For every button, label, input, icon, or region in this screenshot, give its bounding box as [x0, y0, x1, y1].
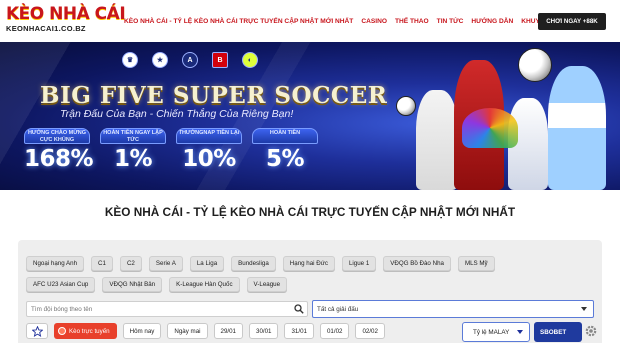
league-chip[interactable]: Ngoại hạng Anh	[26, 256, 85, 271]
league-chip[interactable]: V-League	[246, 277, 288, 292]
league-chip[interactable]: AFC U23 Asian Cup	[26, 277, 96, 292]
date-button[interactable]: 01/02	[319, 323, 350, 339]
team-search-field	[26, 301, 308, 317]
soccer-ball-icon	[396, 96, 416, 116]
bundesliga-icon: B	[212, 52, 228, 68]
league-select[interactable]: Tất cả giải đấu	[312, 300, 594, 318]
site-header: KÈO NHÀ CÁI KEONHACAI1.CO.BZ Kèo Nhà Cái…	[0, 0, 620, 42]
main-nav: Kèo Nhà Cái - Tỷ Lệ Kèo Nhà Cái Trực Tuy…	[124, 0, 563, 42]
date-button[interactable]: 02/02	[355, 323, 385, 339]
promo-label: HƯỚNG CHÀO MỪNG CỰC KHỦNG	[24, 128, 90, 144]
soccer-ball-icon	[518, 48, 552, 82]
league-chip[interactable]: MLS Mỹ	[457, 256, 495, 271]
page-title: Kèo Nhà Cái - Tỷ Lệ Kèo Nhà Cái Trực Tuy…	[104, 205, 516, 219]
star-icon	[31, 325, 43, 337]
promo-card: THƯỞNGNAP TIỀN LẠI 10%	[176, 128, 242, 172]
promo-card: HOÀN TIỀN 5%	[252, 128, 318, 172]
league-select-value: Tất cả giải đấu	[317, 305, 359, 313]
nav-item-home[interactable]: Kèo Nhà Cái - Tỷ Lệ Kèo Nhà Cái Trực Tuy…	[124, 18, 353, 25]
promo-value: 10%	[182, 146, 236, 172]
date-button[interactable]: 29/01	[213, 323, 243, 339]
filter-panel: Ngoại hạng Anh C1 C2 Serie A La Liga Bun…	[18, 240, 602, 343]
premier-league-icon: ♛	[122, 52, 138, 68]
league-chip[interactable]: VĐQG Bồ Đào Nha	[383, 256, 451, 271]
bookmaker-value: SBOBET	[540, 328, 567, 336]
trophy-icon	[462, 108, 518, 148]
nav-item-huong-dan[interactable]: Hướng Dẫn	[471, 18, 513, 25]
live-odds-button[interactable]: Kèo trực tuyến	[54, 323, 117, 339]
odds-format-value: Tỷ lệ MALAY	[473, 328, 510, 336]
league-chip[interactable]: Serie A	[148, 256, 183, 271]
player-figure	[548, 66, 606, 190]
hero-banner[interactable]: ♛ ★ A B ◐ BIG FIVE SUPER SOCCER Trận Đấu…	[0, 42, 620, 190]
date-today-button[interactable]: Hôm nay	[122, 323, 162, 339]
banner-title: BIG FIVE SUPER SOCCER	[40, 82, 388, 109]
serie-a-icon: A	[182, 52, 198, 68]
promo-label: HOÀN TIỀN	[252, 128, 318, 144]
live-odds-label: Kèo trực tuyến	[69, 327, 110, 335]
favorite-button[interactable]	[26, 323, 48, 339]
nav-item-casino[interactable]: Casino	[361, 18, 387, 25]
logo-domain: KEONHACAI1.CO.BZ	[6, 24, 86, 33]
gear-icon[interactable]	[584, 324, 598, 338]
nav-item-the-thao[interactable]: Thể Thao	[395, 18, 429, 25]
page-root: KÈO NHÀ CÁI KEONHACAI1.CO.BZ Kèo Nhà Cái…	[0, 0, 620, 343]
promo-value: 5%	[265, 146, 305, 172]
promo-value: 168%	[24, 146, 94, 172]
logo-text: KÈO NHÀ CÁI	[6, 4, 126, 24]
league-chip[interactable]: La Liga	[189, 256, 225, 271]
search-icon[interactable]	[294, 304, 304, 314]
odds-format-select[interactable]: Tỷ lệ MALAY	[462, 322, 530, 342]
ligue-1-icon: ◐	[242, 52, 258, 68]
promo-label: HOÀN TIỀN NGAY LẬP TỨC	[100, 128, 166, 144]
promo-card: HƯỚNG CHÀO MỪNG CỰC KHỦNG 168%	[24, 128, 94, 172]
date-filter-row: Kèo trực tuyến Hôm nay Ngày mai 29/01 30…	[26, 322, 385, 340]
date-button[interactable]: 30/01	[249, 323, 279, 339]
live-dot-icon	[58, 327, 66, 335]
date-tomorrow-button[interactable]: Ngày mai	[167, 323, 208, 339]
chevron-down-icon	[581, 307, 587, 311]
promo-row: HƯỚNG CHÀO MỪNG CỰC KHỦNG 168% HOÀN TIỀN…	[24, 128, 318, 172]
league-chips: Ngoại hạng Anh C1 C2 Serie A La Liga Bun…	[26, 256, 566, 292]
league-chip[interactable]: Bundesliga	[231, 256, 276, 271]
site-logo[interactable]: KÈO NHÀ CÁI KEONHACAI1.CO.BZ	[6, 4, 126, 38]
date-button[interactable]: 31/01	[284, 323, 314, 339]
league-chip[interactable]: VĐQG Nhật Bản	[102, 277, 163, 292]
promo-card: HOÀN TIỀN NGAY LẬP TỨC 1%	[100, 128, 166, 172]
league-chip[interactable]: C1	[91, 256, 113, 271]
league-chip[interactable]: Hạng hai Đức	[282, 256, 335, 271]
bookmaker-select[interactable]: SBOBET	[534, 322, 582, 342]
champions-league-icon: ★	[152, 52, 168, 68]
chevron-down-icon	[517, 330, 524, 334]
promo-label: THƯỞNGNAP TIỀN LẠI	[176, 128, 242, 144]
nav-item-tin-tuc[interactable]: Tin Tức	[437, 18, 464, 25]
league-chip[interactable]: K-League Hàn Quốc	[169, 277, 240, 292]
team-search-input[interactable]	[31, 305, 291, 313]
promo-value: 1%	[113, 146, 153, 172]
banner-subtitle: Trận Đấu Của Bạn - Chiến Thắng Của Riêng…	[60, 108, 294, 120]
league-chip[interactable]: C2	[119, 256, 142, 271]
league-logos: ♛ ★ A B ◐	[122, 52, 258, 68]
league-chip[interactable]: Ligue 1	[341, 256, 377, 271]
play-now-button[interactable]: CHƠI NGAY +88K	[538, 13, 606, 30]
player-figure	[416, 90, 458, 190]
